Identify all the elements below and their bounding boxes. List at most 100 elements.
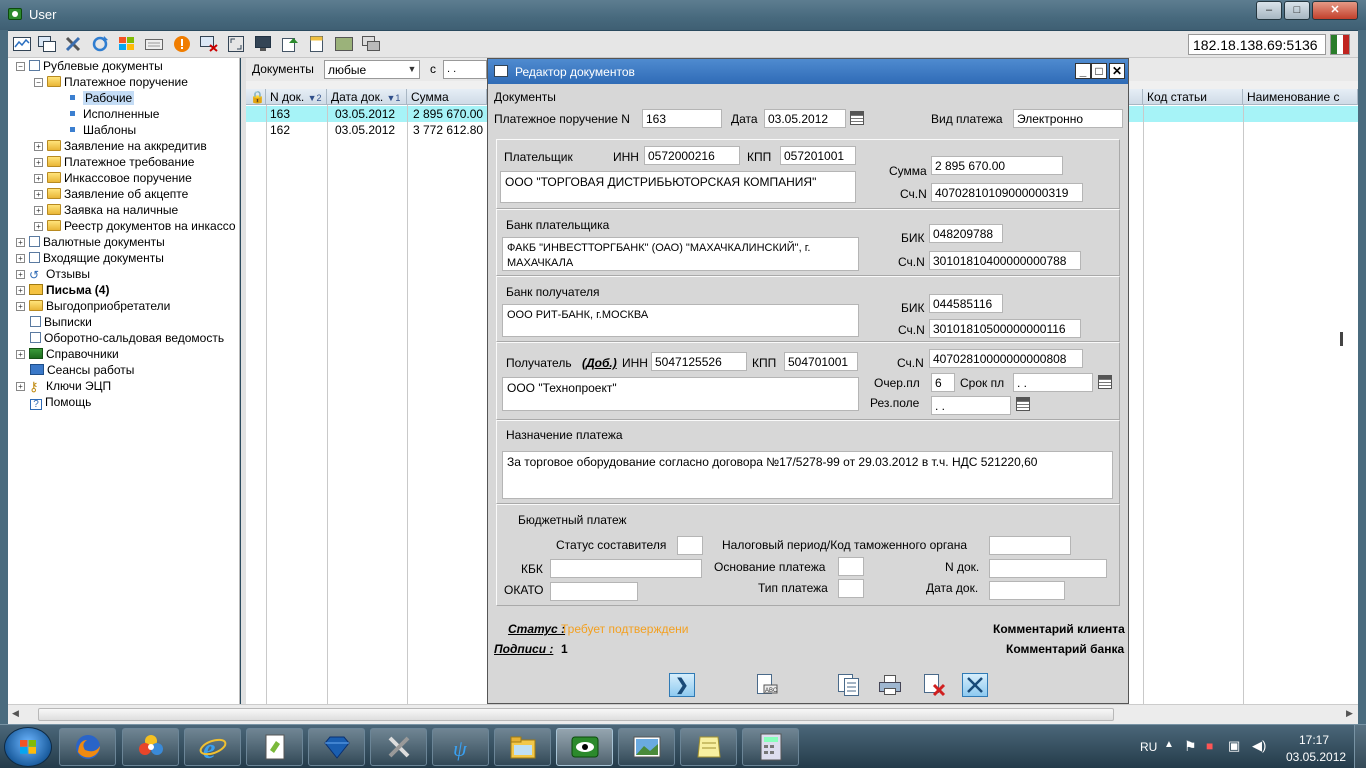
payer-bank-name-field[interactable]: ФАКБ "ИНВЕСТТОРГБАНК" (ОАО) "МАХАЧКАЛИНС… [502, 237, 859, 271]
tree-item-beneficiaries[interactable]: + Выгодоприобретатели [16, 298, 170, 314]
windows-icon[interactable] [37, 35, 57, 53]
payee-bank-account-field[interactable]: 30101810500000000116 [929, 319, 1081, 338]
column-marker-icon[interactable]: 🔒 [246, 89, 266, 105]
payer-name-field[interactable]: ООО "ТОРГОВАЯ ДИСТРИБЬЮТОРСКАЯ КОМПАНИЯ" [500, 171, 856, 203]
column-item-name[interactable]: Наименование с [1243, 89, 1358, 105]
column-item-code[interactable]: Код статьи [1143, 89, 1243, 105]
payment-kind-field[interactable]: Электронно [1013, 109, 1123, 128]
expand-icon[interactable]: + [34, 142, 43, 151]
calendar-icon[interactable] [850, 111, 864, 125]
tree-item-statements[interactable]: Выписки [30, 314, 92, 330]
clock-date[interactable]: 03.05.2012 [1286, 750, 1346, 764]
payment-type-field[interactable] [838, 579, 864, 598]
status-label[interactable]: Статус : [508, 622, 565, 636]
expand-icon[interactable]: + [16, 238, 25, 247]
calendar-icon[interactable] [1016, 397, 1030, 411]
volume-tray-icon[interactable]: ◀) [1252, 738, 1266, 754]
expand-icon[interactable]: + [34, 158, 43, 167]
tree-item-incoming-docs[interactable]: + Входящие документы [16, 250, 164, 266]
payer-account-field[interactable]: 40702810109000000319 [931, 183, 1083, 202]
export-icon[interactable] [280, 35, 300, 53]
tree-item-sessions[interactable]: Сеансы работы [30, 362, 134, 378]
tree-item-keys[interactable]: + ⚷ Ключи ЭЦП [16, 378, 111, 394]
okato-field[interactable] [550, 582, 638, 601]
payee-account-field[interactable]: 40702810000000000808 [929, 349, 1083, 368]
horizontal-scrollbar[interactable]: ◀ ▶ [8, 704, 1358, 724]
tree-item-directories[interactable]: + Справочники [16, 346, 119, 362]
dialog-close-button[interactable]: ✕ [1109, 63, 1125, 79]
copy-doc-icon[interactable] [836, 673, 862, 697]
alert-icon[interactable] [172, 35, 192, 53]
start-button[interactable] [4, 727, 52, 767]
network-tray-icon[interactable]: ▣ [1228, 738, 1240, 754]
tree-item-collection-registry[interactable]: + Реестр документов на инкассо [34, 218, 236, 234]
doc-number-field[interactable]: 163 [642, 109, 722, 128]
kbk-field[interactable] [550, 559, 702, 578]
keyboard-icon[interactable] [144, 35, 164, 53]
tree-item-acceptance[interactable]: + Заявление об акцепте [34, 186, 188, 202]
budget-doc-date-field[interactable] [989, 581, 1065, 600]
psi-app-icon[interactable]: ψ [432, 728, 489, 766]
tree-item-letters[interactable]: + Письма (4) [16, 282, 109, 298]
date-field[interactable]: 03.05.2012 [764, 109, 846, 128]
windows-flag-icon[interactable] [117, 35, 137, 53]
payer-sum-field[interactable]: 2 895 670.00 [931, 156, 1063, 175]
eye-app-icon[interactable] [556, 728, 613, 766]
security-tray-icon[interactable]: ■ [1206, 739, 1213, 753]
clock-time[interactable]: 17:17 [1299, 733, 1329, 747]
payment-queue-field[interactable]: 6 [931, 373, 955, 392]
bank-comment-label[interactable]: Комментарий банка [1006, 642, 1124, 656]
cancel-icon[interactable] [962, 673, 988, 697]
payer-inn-field[interactable]: 0572000216 [644, 146, 740, 165]
budget-doc-num-field[interactable] [989, 559, 1107, 578]
print-icon[interactable] [877, 673, 903, 697]
composer-status-field[interactable] [677, 536, 703, 555]
explorer-folder-icon[interactable] [494, 728, 551, 766]
refresh-icon[interactable] [90, 35, 110, 53]
monitor-icon[interactable] [253, 35, 273, 53]
expand-icon[interactable]: + [34, 190, 43, 199]
document-icon[interactable] [307, 35, 327, 53]
column-doc-num[interactable]: N док. ▼2 [266, 89, 327, 105]
calculator-icon[interactable] [742, 728, 799, 766]
tools-icon[interactable] [63, 35, 83, 53]
payee-bank-name-field[interactable]: ООО РИТ-БАНК, г.МОСКВА [502, 304, 859, 337]
tree-item-templates[interactable]: Шаблоны [66, 122, 136, 138]
tree-item-executed[interactable]: Исполненные [66, 106, 159, 122]
column-sum[interactable]: Сумма [407, 89, 487, 105]
resize-handle[interactable] [1340, 332, 1343, 346]
expand-icon[interactable]: + [16, 350, 25, 359]
dropdown-arrow-icon[interactable]: ▼ [406, 61, 418, 77]
flower-app-icon[interactable] [122, 728, 179, 766]
firefox-icon[interactable] [59, 728, 116, 766]
payer-bank-account-field[interactable]: 30101810400000000788 [929, 251, 1081, 270]
collapse-icon[interactable]: − [34, 78, 43, 87]
payee-name-field[interactable]: ООО "Технопроект" [502, 377, 859, 411]
collapse-icon[interactable]: − [16, 62, 25, 71]
notepad-plus-icon[interactable] [246, 728, 303, 766]
language-indicator[interactable]: RU [1140, 740, 1157, 754]
expand-icon[interactable]: + [16, 302, 25, 311]
tray-expand-icon[interactable]: ▲ [1164, 739, 1174, 750]
payer-bank-bik-field[interactable]: 048209788 [929, 224, 1003, 243]
tree-item-letter-of-credit[interactable]: + Заявление на аккредитив [34, 138, 207, 154]
expand-icon[interactable]: + [16, 270, 25, 279]
tree-item-payment-order[interactable]: − Платежное поручение [34, 74, 188, 90]
diamond-app-icon[interactable] [308, 728, 365, 766]
dialog-minimize-button[interactable]: _ [1075, 63, 1091, 79]
payer-kpp-field[interactable]: 057201001 [780, 146, 856, 165]
image-viewer-icon[interactable] [618, 728, 675, 766]
expand-icon[interactable]: + [16, 254, 25, 263]
expand-icon[interactable]: + [16, 286, 25, 295]
fullscreen-icon[interactable] [226, 35, 246, 53]
monitor-chart-icon[interactable] [12, 35, 32, 53]
tree-item-rub-docs[interactable]: − Рублевые документы [16, 58, 163, 74]
column-hidden[interactable] [1128, 89, 1143, 105]
tree-item-collection-order[interactable]: + Инкассовое поручение [34, 170, 192, 186]
notes-app-icon[interactable] [680, 728, 737, 766]
from-date-field[interactable]: . . [443, 60, 487, 79]
expand-icon[interactable]: + [34, 222, 43, 231]
signatures-label[interactable]: Подписи : [494, 642, 553, 656]
close-button[interactable]: ✕ [1312, 1, 1358, 20]
reserve-field[interactable]: . . [931, 396, 1011, 415]
